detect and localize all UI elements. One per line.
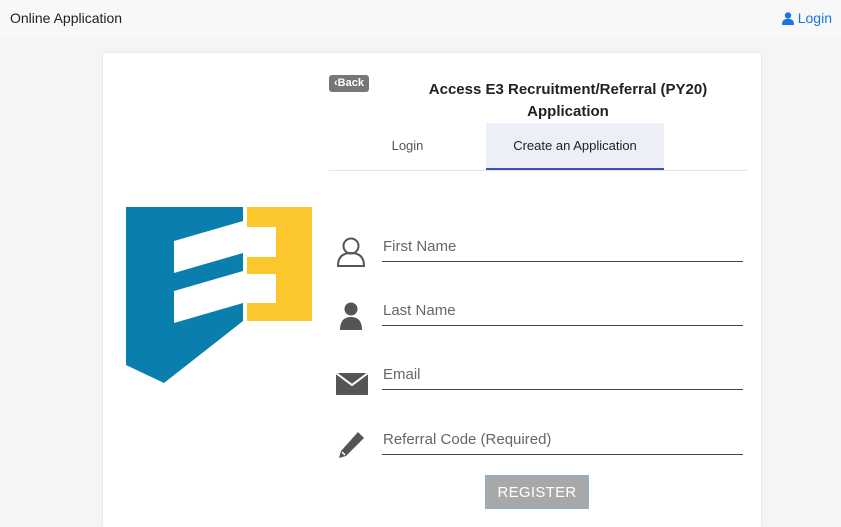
- user-icon: [781, 11, 794, 25]
- first-name-input[interactable]: [382, 231, 743, 262]
- last-name-input[interactable]: [382, 295, 743, 326]
- e3-logo: [126, 207, 312, 383]
- form-title: Access E3 Recruitment/Referral (PY20) Ap…: [403, 79, 733, 123]
- form-tabs: Login Create an Application: [329, 123, 747, 171]
- form-title-line-1: Access E3 Recruitment/Referral (PY20): [428, 81, 708, 98]
- email-input[interactable]: [382, 359, 743, 390]
- last-name-field: [336, 295, 743, 335]
- form-title-line-2: Application: [527, 103, 609, 120]
- app-title: Online Application: [10, 10, 123, 26]
- back-button[interactable]: ‹Back: [329, 75, 369, 92]
- user-solid-icon: [340, 302, 362, 330]
- referral-code-field: [336, 424, 743, 464]
- user-outline-icon: [336, 237, 366, 267]
- top-navbar: Online Application Login: [0, 0, 841, 38]
- login-link-label[interactable]: Login: [798, 10, 832, 26]
- email-field: [336, 359, 743, 399]
- tab-create-application[interactable]: Create an Application: [486, 123, 664, 170]
- referral-code-input[interactable]: [382, 424, 743, 455]
- tab-login[interactable]: Login: [329, 123, 486, 169]
- pencil-icon: [339, 432, 364, 458]
- login-link[interactable]: Login: [781, 10, 832, 26]
- envelope-icon: [336, 372, 368, 395]
- application-card: ‹Back Access E3 Recruitment/Referral (PY…: [103, 53, 761, 527]
- register-button[interactable]: REGISTER: [485, 475, 589, 509]
- first-name-field: [336, 231, 743, 271]
